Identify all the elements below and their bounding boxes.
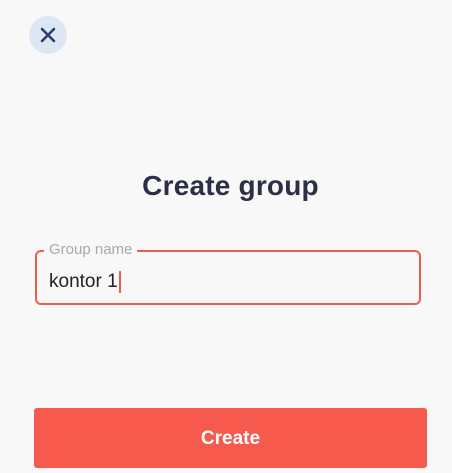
close-button[interactable] (29, 16, 67, 54)
group-name-input[interactable]: kontor 1 (49, 271, 121, 293)
close-icon (40, 27, 56, 43)
group-name-field[interactable]: Group name kontor 1 (35, 241, 421, 305)
create-button[interactable]: Create (34, 408, 427, 468)
group-name-label: Group name (44, 241, 138, 259)
page-title: Create group (142, 170, 319, 201)
group-name-value: kontor 1 (49, 271, 118, 292)
text-cursor (118, 271, 121, 293)
create-group-screen: Create group Group name kontor 1 Create (0, 0, 452, 473)
